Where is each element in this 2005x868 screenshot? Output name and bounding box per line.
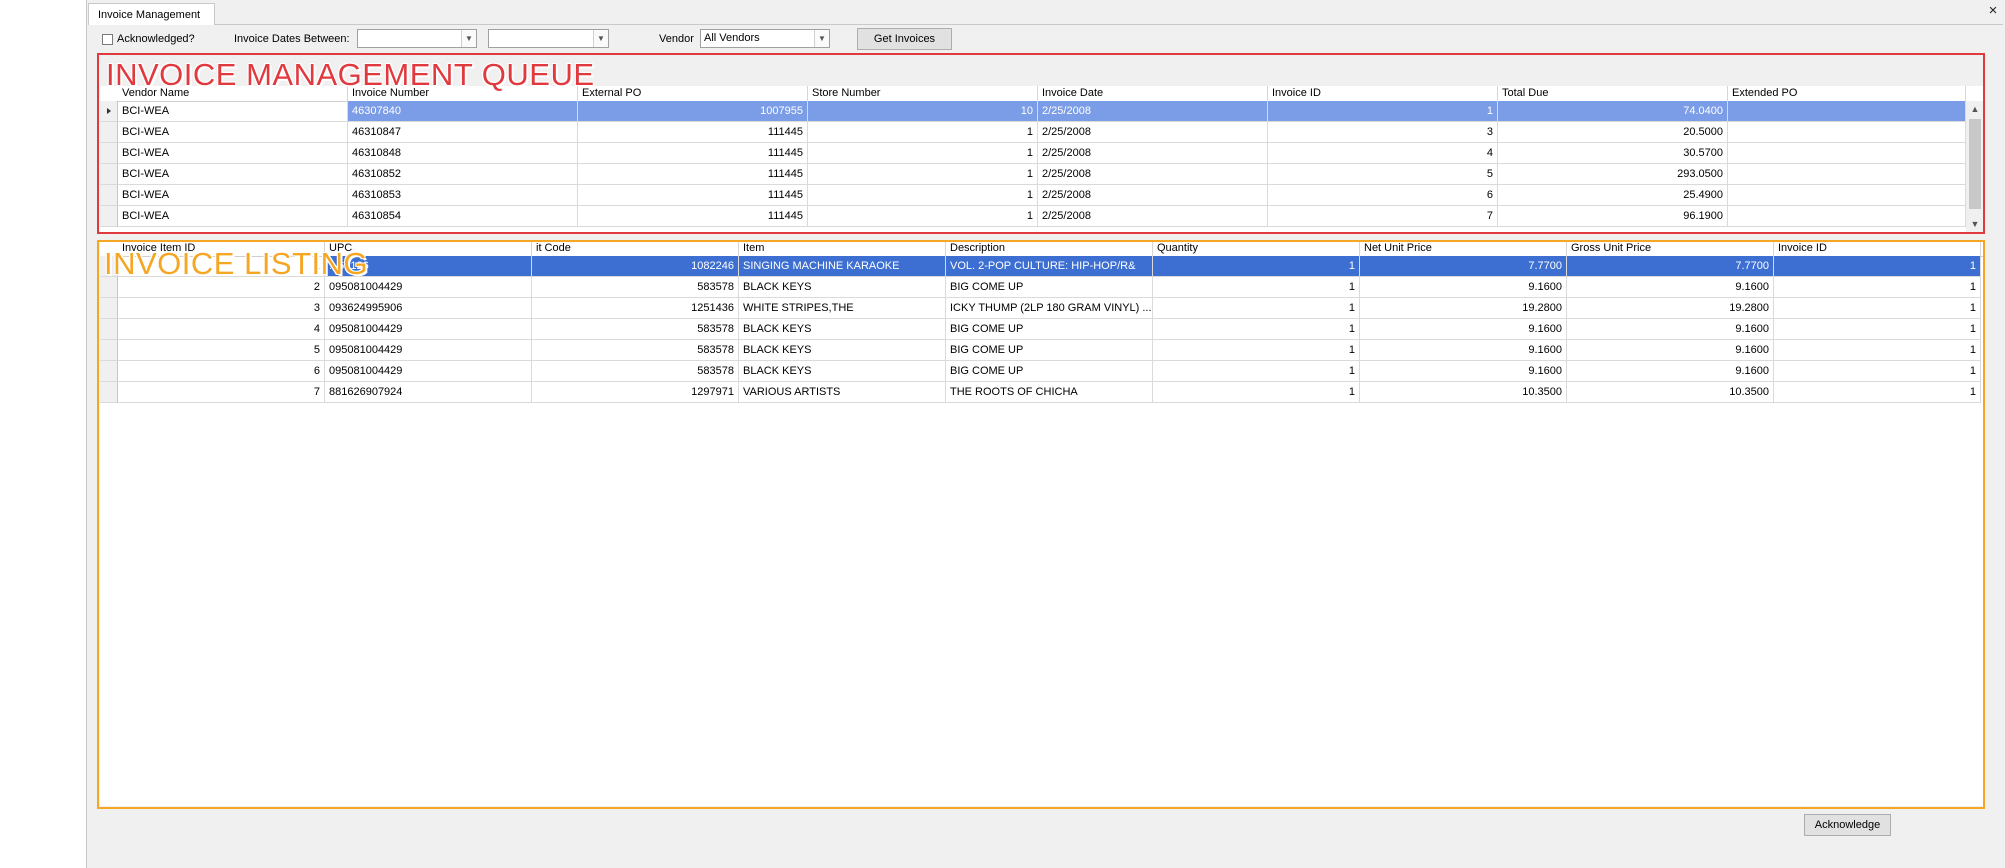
listing-highlight-frame <box>97 240 1985 809</box>
acknowledge-button[interactable]: Acknowledge <box>1804 814 1891 836</box>
chevron-down-icon[interactable]: ▼ <box>461 30 476 47</box>
vendor-select[interactable]: All Vendors ▼ <box>700 29 830 48</box>
tab-strip-divider <box>215 24 2003 25</box>
date-from-picker[interactable]: ▼ <box>357 29 477 48</box>
acknowledged-checkbox[interactable] <box>102 34 113 45</box>
vendor-select-value: All Vendors <box>704 32 760 44</box>
chevron-down-icon[interactable]: ▼ <box>814 30 829 47</box>
get-invoices-button[interactable]: Get Invoices <box>857 28 952 50</box>
acknowledged-label: Acknowledged? <box>117 33 195 45</box>
close-icon[interactable]: × <box>1985 3 2001 19</box>
chevron-down-icon[interactable]: ▼ <box>593 30 608 47</box>
invoice-dates-label: Invoice Dates Between: <box>234 33 350 45</box>
date-to-picker[interactable]: ▼ <box>488 29 609 48</box>
vendor-label: Vendor <box>659 33 694 45</box>
queue-overlay-title: INVOICE MANAGEMENT QUEUE <box>106 57 595 92</box>
listing-overlay-title: INVOICE LISTING <box>104 246 369 281</box>
tab-invoice-management[interactable]: Invoice Management <box>88 3 215 25</box>
